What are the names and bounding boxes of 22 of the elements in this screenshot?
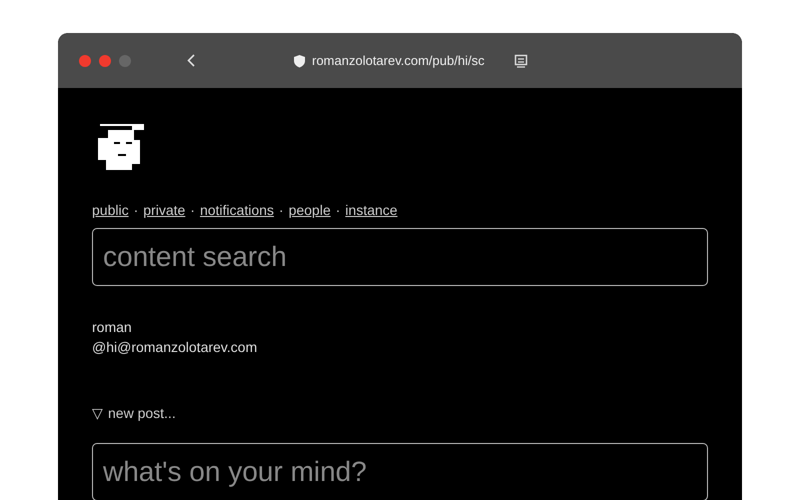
nav-separator: · xyxy=(278,202,284,218)
address-text[interactable]: romanzolotarev.com/pub/hi/sc xyxy=(312,53,508,68)
nav-separator: · xyxy=(134,202,138,218)
nav-link[interactable]: notifications xyxy=(200,202,274,218)
zoom-button[interactable] xyxy=(119,54,131,66)
nav-link[interactable]: instance xyxy=(345,202,398,218)
shield-icon xyxy=(293,54,306,68)
close-button[interactable] xyxy=(79,54,91,66)
new-post-toggle[interactable]: new post... xyxy=(108,405,176,421)
nav-link[interactable]: people xyxy=(288,202,331,218)
disclosure-marker[interactable]: ▽ xyxy=(92,405,103,421)
nav-link[interactable]: public xyxy=(92,202,129,218)
nav-separator: · xyxy=(190,202,195,218)
minimize-button[interactable] xyxy=(99,54,111,66)
user-name: roman xyxy=(92,319,133,335)
user-handle: @hi@romanzolotarev.com xyxy=(92,339,258,355)
nav-separator: · xyxy=(336,202,340,218)
post-field[interactable]: what's on your mind? xyxy=(92,443,708,500)
back-icon[interactable] xyxy=(187,54,195,67)
nav-link[interactable]: private xyxy=(143,202,186,218)
search-field[interactable]: content search xyxy=(92,228,708,286)
reader-icon[interactable] xyxy=(514,54,528,68)
